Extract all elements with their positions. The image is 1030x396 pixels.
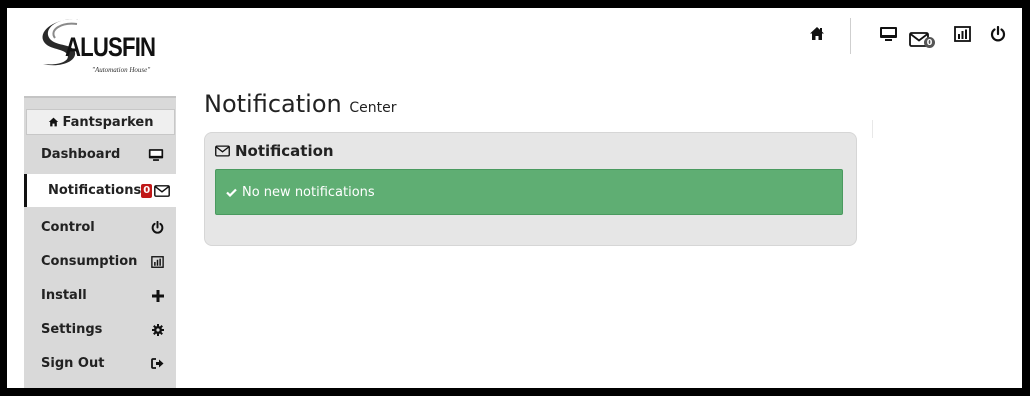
sidebar-header-label: Fantsparken — [62, 114, 154, 130]
sidebar-item-notifications[interactable]: Notifications 0 — [24, 174, 176, 207]
top-home-button[interactable] — [809, 26, 825, 41]
sidebar-item-label: Install — [41, 288, 87, 303]
bar-chart-icon — [151, 255, 164, 268]
panel-header: Notification — [215, 142, 334, 160]
plus-icon — [152, 289, 164, 302]
sidebar-item-control[interactable]: Control — [24, 211, 176, 244]
app-window: ALUSFIN "Automation House" 0 Fantsparken… — [7, 8, 1022, 388]
sidebar-item-label: Notifications — [48, 183, 142, 198]
monitor-icon — [880, 27, 897, 41]
power-icon — [151, 221, 164, 234]
sidebar-item-install[interactable]: Install — [24, 279, 176, 312]
sidebar-item-sign-out[interactable]: Sign Out — [24, 347, 176, 380]
sidebar-item-consumption[interactable]: Consumption — [24, 245, 176, 278]
brand-logo[interactable]: ALUSFIN "Automation House" — [37, 14, 182, 74]
sidebar-item-label: Sign Out — [41, 356, 105, 371]
home-icon — [810, 27, 824, 40]
alert-text: No new notifications — [242, 184, 375, 200]
no-notifications-alert: No new notifications — [215, 169, 843, 215]
page-title-text: Notification — [204, 90, 342, 118]
notification-panel: Notification No new notifications — [204, 132, 857, 246]
page-title: Notification Center — [204, 90, 396, 118]
top-consumption-button[interactable] — [954, 26, 971, 42]
page-subtitle: Center — [349, 100, 397, 116]
sidebar-item-label: Dashboard — [41, 147, 121, 162]
gear-icon — [152, 323, 164, 336]
power-icon — [990, 26, 1006, 42]
sidebar-header[interactable]: Fantsparken — [26, 109, 175, 135]
divider — [872, 120, 873, 138]
bar-chart-icon — [954, 26, 971, 42]
brand-tagline: "Automation House" — [92, 66, 151, 74]
mail-count-badge: 0 — [924, 37, 935, 48]
panel-title: Notification — [235, 142, 334, 160]
check-icon — [226, 188, 237, 197]
monitor-icon — [148, 148, 164, 161]
brand-name: ALUSFIN — [65, 32, 156, 62]
sidebar-item-label: Settings — [41, 322, 103, 337]
top-notifications-button[interactable]: 0 — [909, 26, 939, 52]
sidebar: Fantsparken Dashboard Notifications 0 Co… — [24, 96, 176, 388]
sidebar-item-dashboard[interactable]: Dashboard — [24, 138, 176, 171]
top-dashboard-button[interactable] — [879, 26, 898, 42]
envelope-icon — [154, 184, 171, 197]
home-icon — [48, 117, 58, 127]
sign-out-icon — [151, 358, 164, 369]
sidebar-item-label: Control — [41, 220, 95, 235]
top-power-button[interactable] — [990, 26, 1006, 42]
envelope-icon — [215, 145, 230, 157]
sidebar-item-settings[interactable]: Settings — [24, 313, 176, 346]
notifications-count-badge: 0 — [141, 183, 153, 198]
sidebar-item-label: Consumption — [41, 254, 138, 269]
topbar-divider — [850, 18, 851, 54]
